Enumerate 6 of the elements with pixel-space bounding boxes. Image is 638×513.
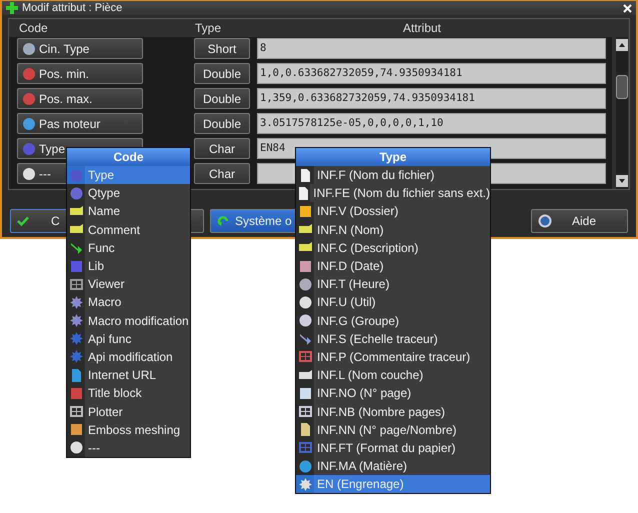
menu-title: Type bbox=[296, 148, 490, 166]
column-header: Code bbox=[19, 21, 49, 35]
column-header: Attribut bbox=[402, 21, 442, 35]
menu-title: Code bbox=[67, 148, 190, 166]
window-title: Modif attribut : Pièce bbox=[22, 2, 124, 14]
column-header: Type bbox=[195, 21, 222, 35]
